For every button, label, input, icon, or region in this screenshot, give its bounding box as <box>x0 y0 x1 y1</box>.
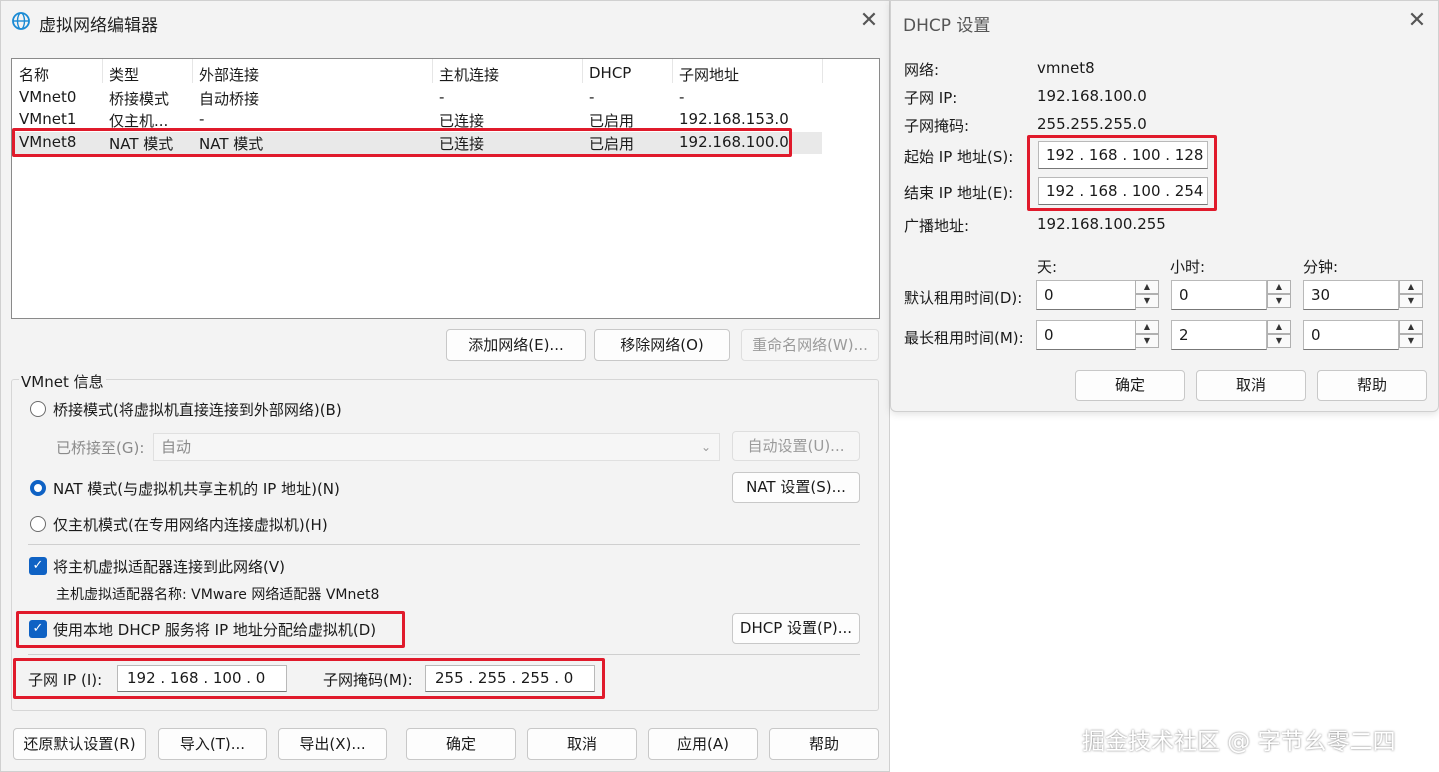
start-ip-label: 起始 IP 地址(S): <box>904 148 1014 166</box>
highlight-dhcp-checkbox <box>16 611 405 648</box>
nat-radio-label[interactable]: NAT 模式(与虚拟机共享主机的 IP 地址)(N) <box>53 478 340 499</box>
cell-external: - <box>199 110 205 128</box>
bridged-radio-label[interactable]: 桥接模式(将虚拟机直接连接到外部网络)(B) <box>53 399 342 420</box>
max-lease-days-stepper[interactable]: ▲ ▼ <box>1135 320 1159 348</box>
network-list[interactable]: 名称 类型 外部连接 主机连接 DHCP 子网地址 VMnet0 桥接模式 自动… <box>11 58 880 319</box>
cancel-button[interactable]: 取消 <box>527 728 637 760</box>
dhcp-settings-dialog: DHCP 设置 ✕ 网络: vmnet8 子网 IP: 192.168.100.… <box>890 0 1439 412</box>
column-header[interactable]: 主机连接 <box>439 64 499 85</box>
hostonly-radio-label[interactable]: 仅主机模式(在专用网络内连接虚拟机)(H) <box>53 514 328 535</box>
column-header[interactable]: 类型 <box>109 64 139 85</box>
cell-name: VMnet0 <box>19 88 77 106</box>
default-lease-label: 默认租用时间(D): <box>904 289 1023 307</box>
close-icon[interactable]: ✕ <box>857 10 881 32</box>
dialog-title: DHCP 设置 <box>903 16 991 36</box>
cell-type: 桥接模式 <box>109 90 170 108</box>
import-button[interactable]: 导入(T)... <box>158 728 267 760</box>
dhcp-settings-button[interactable]: DHCP 设置(P)... <box>732 613 860 644</box>
nat-settings-button[interactable]: NAT 设置(S)... <box>732 472 860 503</box>
hostonly-radio[interactable] <box>30 516 46 532</box>
remove-network-button[interactable]: 移除网络(O) <box>594 329 730 361</box>
column-header[interactable]: 子网地址 <box>679 64 739 85</box>
bridged-to-label: 已桥接至(G): <box>56 439 145 457</box>
subnet-mask-label: 子网掩码: <box>904 117 970 135</box>
max-lease-minutes-input[interactable]: 0 <box>1303 320 1399 350</box>
highlight-subnet-fields <box>13 658 605 699</box>
network-value: vmnet8 <box>1037 59 1095 77</box>
cell-external: 自动桥接 <box>199 90 260 108</box>
column-header[interactable]: 外部连接 <box>199 64 259 85</box>
chevron-down-icon: ⌄ <box>700 440 711 454</box>
subnet-ip-label: 子网 IP: <box>904 89 958 107</box>
ok-button[interactable]: 确定 <box>1075 370 1185 401</box>
divider <box>28 654 860 655</box>
bridged-to-select[interactable]: 自动 ⌄ <box>153 433 720 461</box>
default-lease-minutes-input[interactable]: 30 <box>1303 280 1399 310</box>
subnet-ip-value: 192.168.100.0 <box>1037 87 1147 105</box>
highlight-ip-range <box>1027 135 1217 211</box>
column-header[interactable]: 名称 <box>19 64 49 85</box>
cell-subnet: - <box>679 88 685 106</box>
cancel-button[interactable]: 取消 <box>1196 370 1306 401</box>
help-button[interactable]: 帮助 <box>1317 370 1427 401</box>
default-lease-minutes-stepper[interactable]: ▲ ▼ <box>1399 280 1423 308</box>
add-network-button[interactable]: 添加网络(E)... <box>446 329 586 361</box>
broadcast-value: 192.168.100.255 <box>1037 215 1166 233</box>
rename-network-button[interactable]: 重命名网络(W)... <box>741 329 879 361</box>
list-header: 名称 类型 外部连接 主机连接 DHCP 子网地址 <box>12 59 823 85</box>
default-lease-days-input[interactable]: 0 <box>1036 280 1136 310</box>
apply-button[interactable]: 应用(A) <box>648 728 758 760</box>
nat-radio[interactable] <box>30 480 46 496</box>
cell-host: - <box>439 88 445 106</box>
highlight-vmnet8-row <box>12 128 792 157</box>
cell-subnet: 192.168.153.0 <box>679 110 789 128</box>
watermark-text: 掘金技术社区 @ 字节幺零二四 <box>1082 729 1396 755</box>
auto-settings-button[interactable]: 自动设置(U)... <box>732 431 860 461</box>
divider <box>28 544 860 545</box>
restore-defaults-button[interactable]: 还原默认设置(R) <box>13 728 146 760</box>
bridged-to-value: 自动 <box>161 438 192 456</box>
virtual-network-editor-window: 虚拟网络编辑器 ✕ 名称 类型 外部连接 主机连接 DHCP 子网地址 VMne… <box>0 0 890 772</box>
minutes-label: 分钟: <box>1303 258 1339 276</box>
default-lease-days-stepper[interactable]: ▲ ▼ <box>1135 280 1159 308</box>
export-button[interactable]: 导出(X)... <box>278 728 387 760</box>
subnet-mask-value: 255.255.255.0 <box>1037 115 1147 133</box>
network-label: 网络: <box>904 61 940 79</box>
default-lease-hours-stepper[interactable]: ▲ ▼ <box>1267 280 1291 308</box>
connect-adapter-checkbox[interactable]: ✓ <box>29 557 47 575</box>
close-icon[interactable]: ✕ <box>1405 10 1429 32</box>
max-lease-days-input[interactable]: 0 <box>1036 320 1136 350</box>
default-lease-hours-input[interactable]: 0 <box>1171 280 1267 310</box>
cell-name: VMnet1 <box>19 110 77 128</box>
cell-dhcp: - <box>589 88 595 106</box>
end-ip-label: 结束 IP 地址(E): <box>904 184 1014 202</box>
column-header[interactable]: DHCP <box>589 64 631 82</box>
globe-icon <box>11 11 31 35</box>
broadcast-label: 广播地址: <box>904 217 970 235</box>
table-row[interactable]: VMnet0 桥接模式 自动桥接 - - - <box>12 87 822 109</box>
connect-adapter-label[interactable]: 将主机虚拟适配器连接到此网络(V) <box>53 556 285 577</box>
max-lease-label: 最长租用时间(M): <box>904 329 1024 347</box>
help-button[interactable]: 帮助 <box>769 728 879 760</box>
days-label: 天: <box>1037 258 1058 276</box>
max-lease-hours-input[interactable]: 2 <box>1171 320 1267 350</box>
ok-button[interactable]: 确定 <box>406 728 516 760</box>
hours-label: 小时: <box>1170 258 1206 276</box>
max-lease-minutes-stepper[interactable]: ▲ ▼ <box>1399 320 1423 348</box>
group-title: VMnet 信息 <box>19 371 106 392</box>
adapter-name-text: 主机虚拟适配器名称: VMware 网络适配器 VMnet8 <box>56 587 380 603</box>
window-title: 虚拟网络编辑器 <box>39 16 158 36</box>
max-lease-hours-stepper[interactable]: ▲ ▼ <box>1267 320 1291 348</box>
bridged-radio[interactable] <box>30 401 46 417</box>
